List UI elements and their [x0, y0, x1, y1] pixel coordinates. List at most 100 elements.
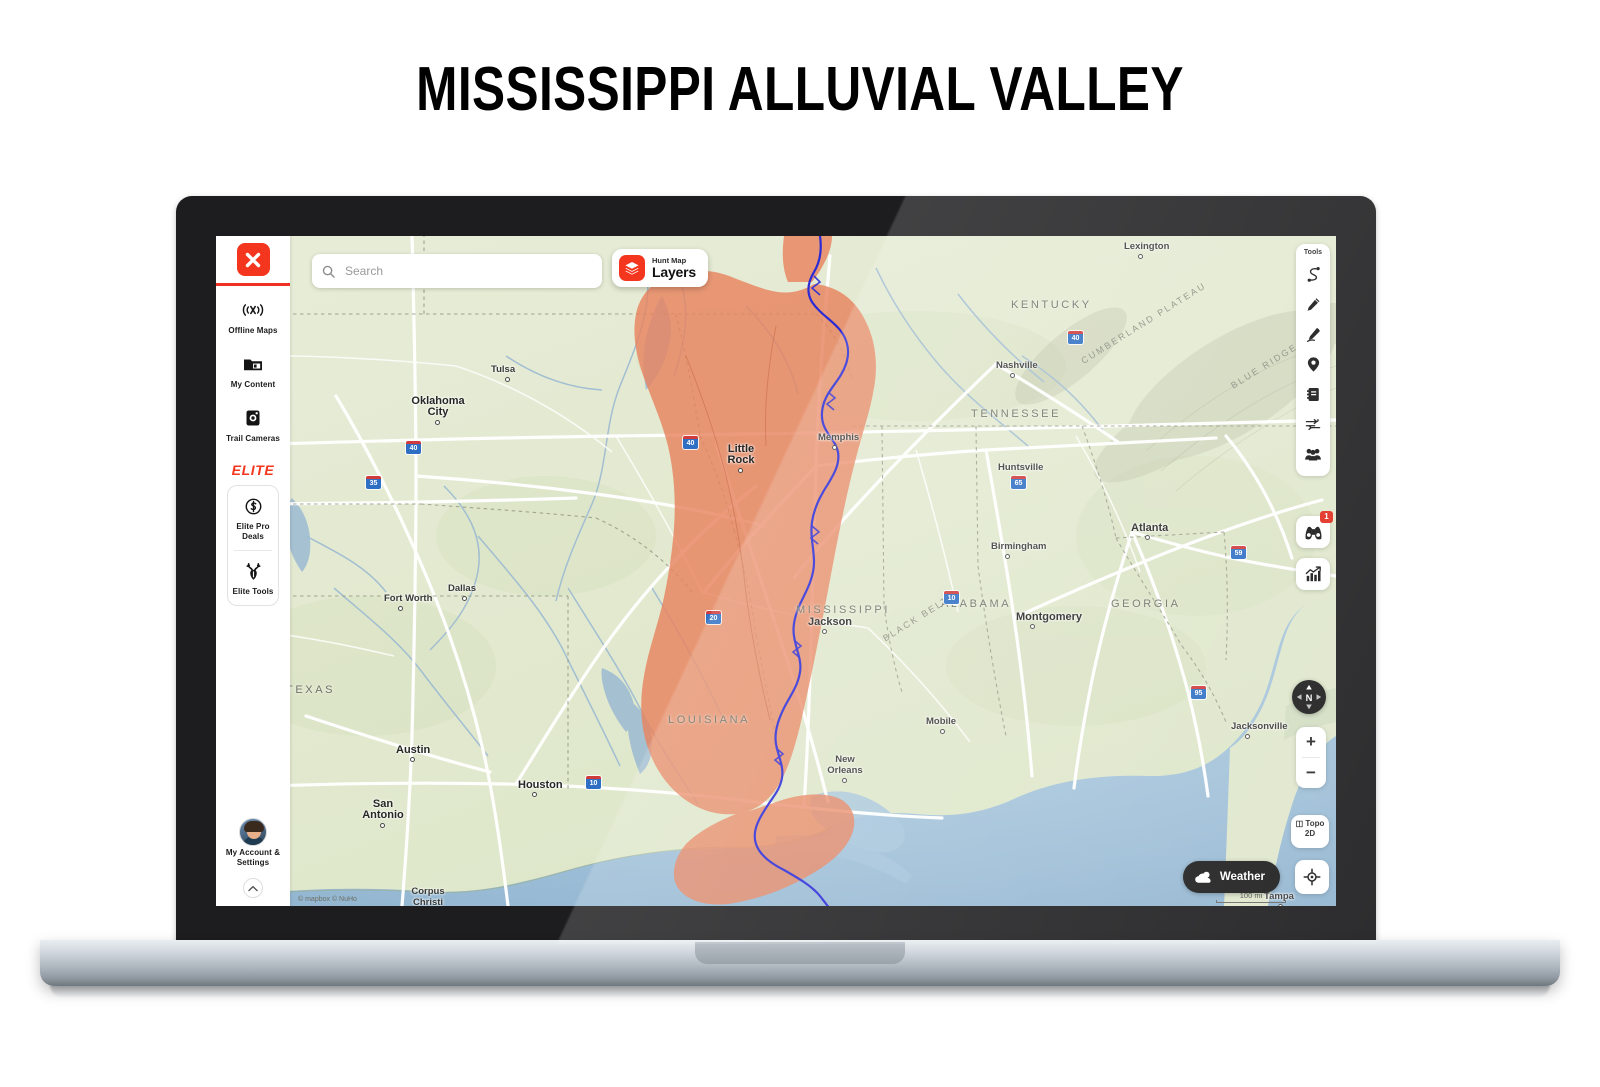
sidebar-item-elite-pro-deals[interactable]: Elite Pro Deals — [228, 486, 278, 550]
share-tool-button[interactable] — [1296, 439, 1330, 469]
pencil-icon — [1307, 297, 1319, 311]
offline-broadcast-icon — [218, 299, 288, 321]
map-city-dot — [822, 629, 827, 634]
sidebar-label-elite-pro-deals: Elite Pro Deals — [236, 522, 270, 541]
trail-camera-icon — [218, 407, 288, 429]
map-highway-shield: 65 — [1011, 476, 1026, 489]
compass-icon: N — [1296, 684, 1322, 710]
map-city-dot — [1005, 554, 1010, 559]
map-city-dot — [1245, 734, 1250, 739]
people-group-icon — [1305, 448, 1321, 461]
zoom-in-button[interactable]: + — [1296, 727, 1326, 757]
sidebar-label-trail-cameras: Trail Cameras — [226, 434, 280, 443]
insights-button[interactable] — [1296, 558, 1330, 590]
map-city-dot — [505, 377, 510, 382]
sidebar-item-my-content[interactable]: My Content — [216, 340, 290, 394]
map-city-dot — [1278, 904, 1283, 906]
scalebar-bar — [1216, 900, 1286, 903]
layers-button-text: Hunt Map Layers — [652, 256, 696, 280]
wind-arrows-icon — [1305, 418, 1321, 430]
map-city-dot — [410, 757, 415, 762]
map-highway-shield: 95 — [1191, 686, 1206, 699]
compass-button[interactable]: N — [1292, 680, 1326, 714]
map-highway-shield: 40 — [406, 441, 421, 454]
map-city-dot — [940, 729, 945, 734]
app-logo-button[interactable] — [216, 236, 290, 286]
sidebar-item-elite-tools[interactable]: Elite Tools — [228, 551, 278, 605]
map-city-dot — [738, 468, 743, 473]
laptop-screen: KENTUCKY TENNESSEE MISSISSIPPI ALABAMA GEORG… — [216, 236, 1336, 906]
dollar-coin-icon — [230, 495, 276, 517]
weather-button[interactable]: Weather — [1182, 861, 1280, 893]
avatar — [218, 818, 288, 846]
basemap-label-line2: 2D — [1304, 829, 1316, 838]
map-highway-shield: 40 — [683, 436, 698, 449]
sidebar-item-account[interactable]: My Account & Settings — [216, 808, 290, 872]
scouting-badge: 1 — [1320, 511, 1333, 523]
pencil-tool-button[interactable] — [1296, 289, 1330, 319]
hunt-map-layers-button[interactable]: Hunt Map Layers — [612, 249, 708, 287]
search-input[interactable] — [343, 263, 573, 279]
map-graphics — [216, 236, 1336, 906]
sidebar-item-offline-maps[interactable]: Offline Maps — [216, 286, 290, 340]
search-icon — [322, 265, 335, 278]
map-city-dot — [1145, 535, 1150, 540]
map-highway-shield: 35 — [366, 476, 381, 489]
map-city-dot — [1010, 373, 1015, 378]
map-highway-shield: 20 — [706, 611, 721, 624]
weather-button-label: Weather — [1219, 871, 1265, 883]
layers-big-label: Layers — [652, 263, 696, 280]
scouting-button[interactable]: 1 — [1296, 511, 1333, 548]
map-city-dot — [1138, 254, 1143, 259]
deer-tools-icon — [230, 560, 276, 582]
map-city-dot — [532, 792, 537, 797]
onx-x-logo-icon — [236, 243, 270, 276]
crosshair-icon — [1303, 868, 1321, 886]
map-city-dot — [832, 445, 837, 450]
zoom-out-button[interactable]: − — [1296, 758, 1326, 788]
page-title: MISSISSIPPI ALLUVIAL VALLEY — [416, 55, 1184, 124]
tools-panel: Tools — [1296, 244, 1330, 476]
sidebar-label-account: My Account & Settings — [225, 848, 281, 867]
binoculars-icon — [1305, 526, 1321, 539]
laptop-trackpad-notch — [695, 942, 905, 964]
map-city-dot — [380, 823, 385, 828]
route-tool-button[interactable] — [1296, 259, 1330, 289]
sidebar-collapse-button[interactable] — [243, 878, 263, 898]
map-city-dot — [842, 778, 847, 783]
locate-button[interactable] — [1295, 860, 1329, 894]
sidebar-label-offline-maps: Offline Maps — [228, 326, 278, 335]
basemap-label-line1: ◫ Topo — [1295, 819, 1325, 828]
route-line-icon — [1307, 266, 1320, 282]
elite-card: Elite Pro Deals Elite Tools — [227, 485, 279, 606]
map-attribution: © mapbox © NuHo — [298, 896, 357, 903]
sidebar-label-my-content: My Content — [230, 380, 276, 389]
notebook-icon — [1306, 387, 1319, 401]
map-highway-shield: 10 — [586, 776, 601, 789]
chart-bars-icon — [1305, 565, 1321, 581]
search-bar[interactable] — [312, 254, 602, 288]
map-canvas[interactable]: KENTUCKY TENNESSEE MISSISSIPPI ALABAMA GEORG… — [216, 236, 1336, 906]
folder-media-icon — [218, 353, 288, 375]
left-sidebar: Offline Maps My Content Trail Cameras EL… — [216, 236, 290, 906]
wind-tool-button[interactable] — [1296, 409, 1330, 439]
notebook-tool-button[interactable] — [1296, 379, 1330, 409]
map-city-dot — [435, 420, 440, 425]
elite-heading: ELITE — [231, 462, 275, 478]
tools-panel-title: Tools — [1303, 249, 1323, 256]
laptop-base-shadow — [50, 984, 1550, 998]
map-pin-icon — [1307, 356, 1319, 372]
svg-text:N: N — [1306, 693, 1313, 703]
sidebar-item-trail-cameras[interactable]: Trail Cameras — [216, 394, 290, 448]
zoom-controls: + − — [1296, 727, 1326, 788]
map-city-dot — [1030, 624, 1035, 629]
laptop-mockup: KENTUCKY TENNESSEE MISSISSIPPI ALABAMA GEORG… — [40, 196, 1560, 1006]
laptop-lid: KENTUCKY TENNESSEE MISSISSIPPI ALABAMA GEORG… — [176, 196, 1376, 944]
page-root: MISSISSIPPI ALLUVIAL VALLEY KENTUCKY TEN… — [0, 0, 1600, 1087]
basemap-topo-button[interactable]: ◫ Topo 2D — [1291, 815, 1329, 848]
waypoint-tool-button[interactable] — [1296, 349, 1330, 379]
map-highway-shield: 59 — [1231, 546, 1246, 559]
avatar-hair — [244, 821, 264, 832]
marker-tool-button[interactable] — [1296, 319, 1330, 349]
map-highway-shield: 40 — [1068, 331, 1083, 344]
